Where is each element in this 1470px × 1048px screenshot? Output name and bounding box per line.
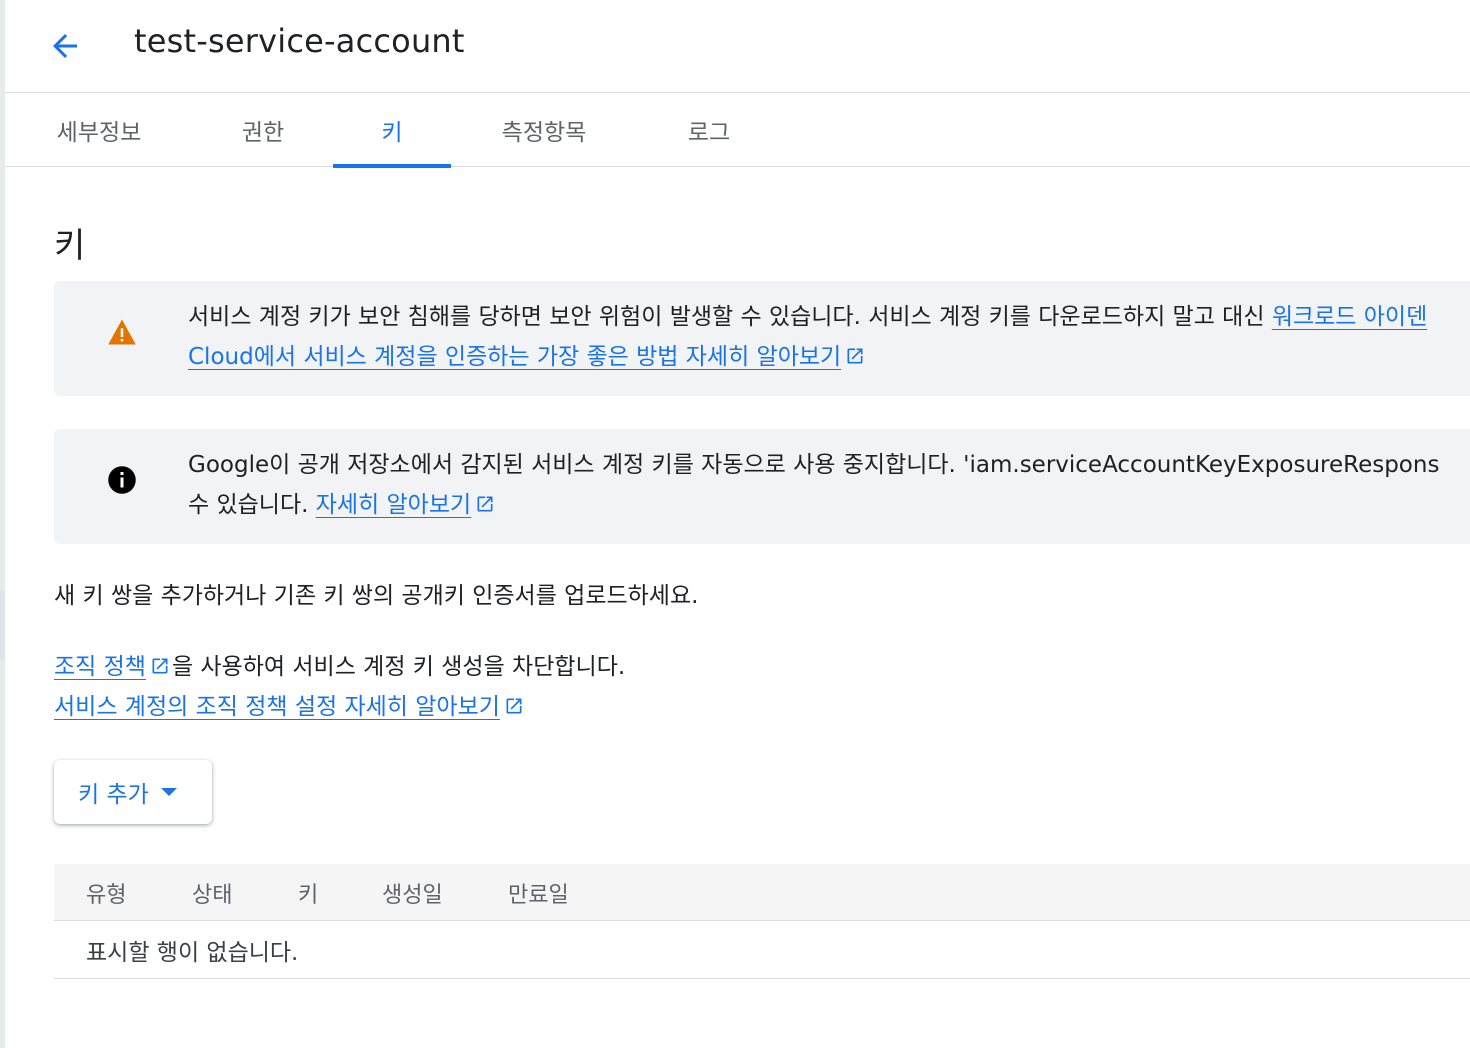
external-link-icon xyxy=(506,698,522,714)
page-title: test-service-account xyxy=(134,22,465,60)
warning-notice: 서비스 계정 키가 보안 침해를 당하면 보안 위험이 발생할 수 있습니다. … xyxy=(54,281,1470,396)
external-link-icon xyxy=(477,496,493,512)
info-text-line1: Google이 공개 저장소에서 감지된 서비스 계정 키를 자동으로 사용 중… xyxy=(188,452,1440,478)
add-key-button[interactable]: 키 추가 xyxy=(54,760,212,824)
caret-down-icon xyxy=(160,788,177,796)
tab-metrics[interactable]: 측정항목 xyxy=(494,93,594,167)
empty-message: 표시할 행이 없습니다. xyxy=(86,940,299,966)
best-practices-link[interactable]: Cloud에서 서비스 계정을 인증하는 가장 좋은 방법 자세히 알아보기 xyxy=(188,344,841,370)
info-text: Google이 공개 저장소에서 감지된 서비스 계정 키를 자동으로 사용 중… xyxy=(188,445,1470,525)
column-status[interactable]: 상태 xyxy=(192,864,232,921)
tab-keys[interactable]: 키 xyxy=(333,93,451,168)
keys-description: 새 키 쌍을 추가하거나 기존 키 쌍의 공개키 인증서를 업로드하세요. xyxy=(54,583,699,609)
tab-logs[interactable]: 로그 xyxy=(674,93,744,167)
column-expires[interactable]: 만료일 xyxy=(508,864,569,921)
left-rail-marker xyxy=(0,590,5,660)
info-circle-icon xyxy=(107,465,137,495)
table-empty-row: 표시할 행이 없습니다. xyxy=(54,921,1470,979)
warning-text: 서비스 계정 키가 보안 침해를 당하면 보안 위험이 발생할 수 있습니다. … xyxy=(188,297,1470,377)
tab-permissions[interactable]: 권한 xyxy=(221,93,305,167)
org-policy-link[interactable]: 조직 정책 xyxy=(54,654,146,680)
column-created[interactable]: 생성일 xyxy=(382,864,443,921)
info-text-line2: 수 있습니다. xyxy=(188,492,316,518)
info-notice: Google이 공개 저장소에서 감지된 서비스 계정 키를 자동으로 사용 중… xyxy=(54,429,1470,544)
warning-text-line1: 서비스 계정 키가 보안 침해를 당하면 보안 위험이 발생할 수 있습니다. … xyxy=(188,304,1272,330)
page-header: test-service-account xyxy=(5,0,1470,93)
org-policy-learn-more-link[interactable]: 서비스 계정의 조직 정책 설정 자세히 알아보기 xyxy=(54,694,500,720)
column-type[interactable]: 유형 xyxy=(86,864,126,921)
workload-identity-link[interactable]: 워크로드 아이덴 xyxy=(1272,304,1427,330)
learn-more-link[interactable]: 자세히 알아보기 xyxy=(316,492,471,518)
policy-text: 조직 정책 을 사용하여 서비스 계정 키 생성을 차단합니다. 서비스 계정의 … xyxy=(54,647,625,727)
tab-bar: 세부정보 권한 키 측정항목 로그 xyxy=(5,93,1470,168)
policy-text-body: 을 사용하여 서비스 계정 키 생성을 차단합니다. xyxy=(171,654,626,680)
keys-table-header: 유형 상태 키 생성일 만료일 xyxy=(54,864,1470,921)
tab-details[interactable]: 세부정보 xyxy=(54,93,144,167)
external-link-icon xyxy=(847,348,863,364)
back-button[interactable] xyxy=(41,22,89,70)
column-key[interactable]: 키 xyxy=(298,864,318,921)
add-key-button-label: 키 추가 xyxy=(78,782,149,808)
section-title: 키 xyxy=(54,226,86,266)
external-link-icon xyxy=(152,658,168,674)
warning-triangle-icon xyxy=(107,317,137,347)
arrow-left-icon xyxy=(53,34,77,58)
